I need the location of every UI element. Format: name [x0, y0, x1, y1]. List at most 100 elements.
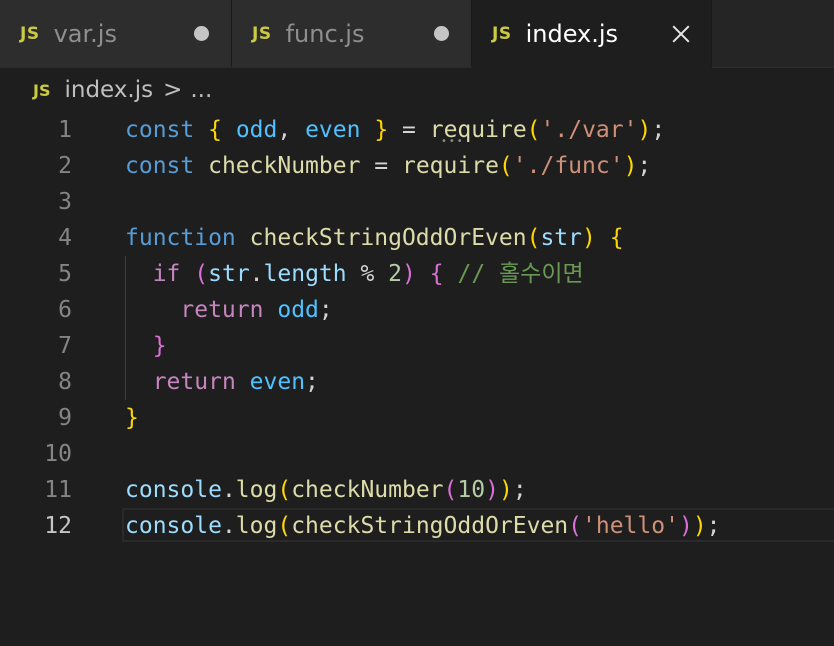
breadcrumb: JS index.js > ... [0, 68, 834, 112]
code-token: return [152, 369, 236, 395]
code-line[interactable]: 12 console.log(checkStringOddOrEven('hell… [0, 508, 834, 544]
code-token: checkNumber [208, 153, 361, 179]
chevron-right-icon: > [163, 77, 183, 103]
js-file-icon: JS [20, 23, 40, 44]
code-line[interactable]: 5 if (str.length % 2) { // 홀수이면 [0, 256, 834, 292]
code-line[interactable]: 2 const checkNumber = require('./func'); [0, 148, 834, 184]
code-text: } [125, 400, 139, 436]
js-file-icon: JS [492, 24, 512, 44]
code-token: const [125, 117, 195, 143]
code-line[interactable]: 7 } [0, 328, 834, 364]
line-number: 5 [58, 261, 72, 287]
code-token: } [125, 405, 139, 431]
code-token: './var' [540, 117, 638, 143]
code-token: ( [526, 225, 541, 251]
close-icon[interactable] [671, 24, 691, 44]
code-line[interactable]: 4 function checkStringOddOrEven(str) { [0, 220, 834, 256]
code-token: ; [651, 117, 666, 143]
unsaved-dot-icon[interactable] [434, 26, 449, 41]
code-token: odd [277, 297, 319, 323]
code-text: return even; [125, 364, 319, 400]
code-token: length [263, 261, 347, 287]
code-token: // 홀수이면 [457, 261, 584, 287]
code-text: } [125, 328, 167, 364]
js-file-icon: JS [33, 80, 51, 100]
code-token: ) [637, 117, 652, 143]
code-token: require [401, 153, 499, 179]
code-token: odd [235, 117, 278, 143]
line-number: 10 [44, 441, 72, 467]
code-token: { [429, 261, 444, 287]
code-line[interactable]: 11 console.log(checkNumber(10)); [0, 472, 834, 508]
code-token: ; [637, 153, 652, 179]
code-token: console [125, 477, 222, 503]
js-file-icon: JS [252, 23, 272, 44]
code-token: ( [568, 513, 583, 539]
code-token: checkStringOddOrEven [291, 513, 569, 539]
code-token: even [305, 117, 361, 143]
code-token: . [249, 261, 264, 287]
code-token: ; [318, 297, 333, 323]
code-token: function [125, 225, 236, 251]
code-token: ; [706, 513, 721, 539]
code-text: const { odd, even } = require('./var'); [125, 112, 665, 148]
code-line[interactable]: 6 return odd; [0, 292, 834, 328]
code-token: ) [678, 513, 693, 539]
tab-func-js[interactable]: JS func.js [232, 0, 472, 67]
code-token: ; [512, 477, 527, 503]
tab-index-js[interactable]: JS index.js [472, 0, 712, 68]
code-text: console.log(checkNumber(10)); [125, 472, 527, 508]
breadcrumb-more[interactable]: ... [190, 77, 212, 103]
code-token: = [388, 117, 430, 143]
unsaved-dot-icon[interactable] [194, 26, 209, 41]
code-line[interactable]: 8 return even; [0, 364, 834, 400]
code-token: require [429, 117, 527, 143]
code-token: ( [498, 153, 513, 179]
code-token: { [208, 117, 222, 143]
line-number: 7 [58, 333, 72, 359]
code-text: return odd; [125, 292, 333, 328]
code-text: if (str.length % 2) { // 홀수이면 [125, 256, 584, 292]
code-token: checkNumber [291, 477, 444, 503]
code-token: 2 [388, 261, 403, 287]
line-number: 9 [58, 405, 72, 431]
code-token: str [208, 261, 250, 287]
line-number: 12 [44, 513, 72, 539]
code-editor[interactable]: ••• 1 const { odd, even } = require('./va… [0, 112, 834, 646]
code-token: log [235, 477, 278, 503]
code-token: './func' [512, 153, 624, 179]
code-line[interactable]: 9} [0, 400, 834, 436]
tab-label: func.js [285, 19, 365, 48]
code-token: = [360, 153, 402, 179]
code-token: 'hello' [582, 513, 679, 539]
tab-label: var.js [53, 19, 117, 48]
code-token: % [346, 261, 389, 287]
code-token: ( [194, 261, 209, 287]
code-line[interactable]: 3 [0, 184, 834, 220]
breadcrumb-file[interactable]: index.js [64, 77, 153, 103]
code-token: ; [305, 369, 319, 395]
code-token: ) [692, 513, 707, 539]
code-line[interactable]: 1 const { odd, even } = require('./var'); [0, 112, 834, 148]
line-number: 6 [58, 297, 72, 323]
code-line[interactable]: 10 [0, 436, 834, 472]
code-token: . [221, 513, 236, 539]
code-token: log [235, 513, 278, 539]
tab-var-js[interactable]: JS var.js [0, 0, 232, 67]
code-token: } [374, 117, 389, 143]
code-token: return [180, 297, 264, 323]
code-token: 10 [457, 477, 486, 503]
tab-label: index.js [525, 20, 619, 48]
code-token: checkStringOddOrEven [249, 225, 527, 251]
